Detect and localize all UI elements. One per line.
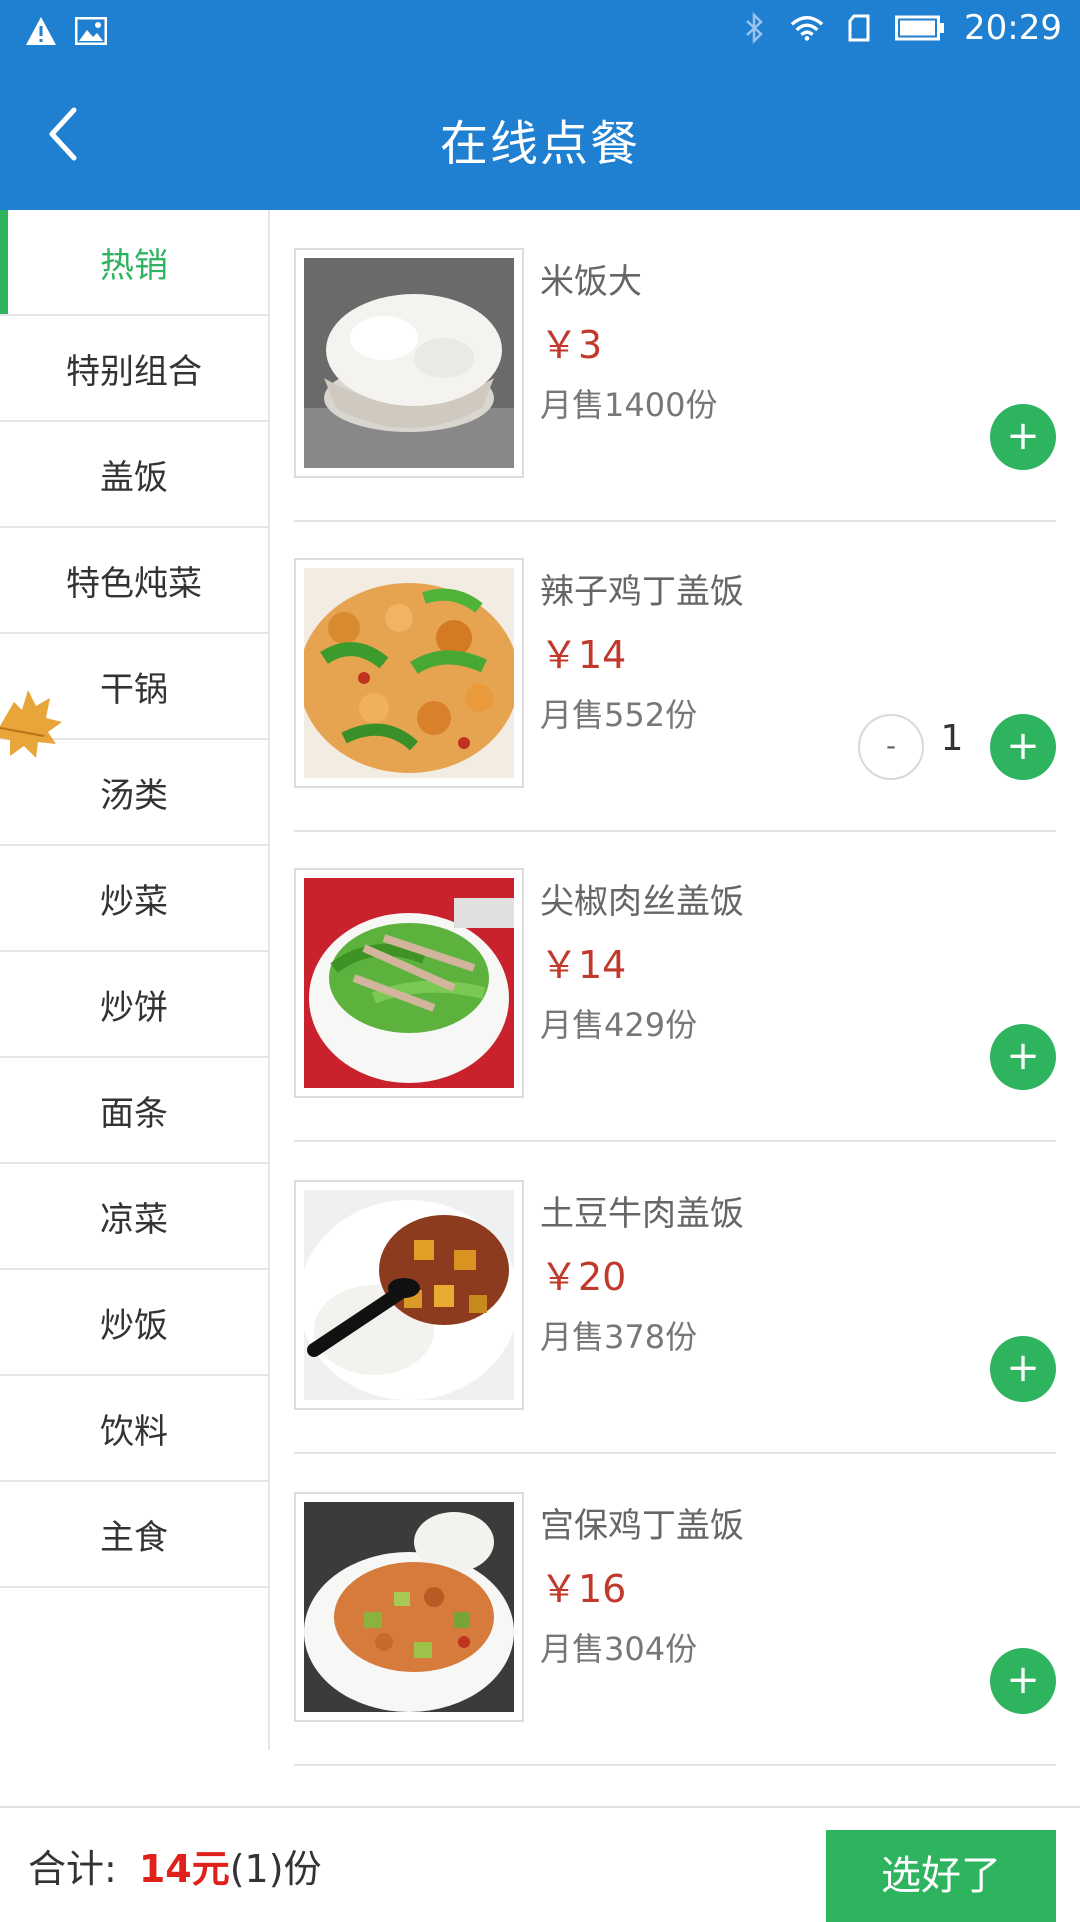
sidebar-item-stew[interactable]: 特色炖菜 [0, 528, 268, 634]
sidebar-item-label: 炒饼 [100, 987, 168, 1028]
dish-price: ￥14 [540, 633, 627, 677]
minus-icon: - [885, 729, 897, 762]
plus-icon: + [1006, 723, 1040, 769]
dish-image-frame [294, 868, 524, 1098]
page-title: 在线点餐 [439, 116, 640, 172]
battery-icon [894, 11, 946, 45]
dish-name: 宫保鸡丁盖饭 [540, 1506, 744, 1546]
total-label: 合计: [28, 1847, 117, 1891]
menu-item: 土豆牛肉盖饭 ￥20 月售378份 + [294, 1142, 1056, 1454]
sidebar-item-rice-bowl[interactable]: 盖饭 [0, 422, 268, 528]
sidebar-item-label: 饮料 [100, 1411, 168, 1452]
sidebar-item-label: 汤类 [100, 775, 168, 816]
sidebar-item-hot[interactable]: 热销 [0, 210, 268, 316]
dish-price: ￥16 [540, 1567, 627, 1611]
quantity-value: 1 [940, 718, 964, 759]
dish-image-frame [294, 558, 524, 788]
sidebar-item-staple[interactable]: 主食 [0, 1482, 268, 1588]
add-button[interactable]: + [990, 1648, 1056, 1714]
dish-monthly-sales: 月售1400份 [540, 386, 718, 424]
plus-icon: + [1006, 1033, 1040, 1079]
dish-name: 辣子鸡丁盖饭 [540, 572, 744, 612]
plus-icon: + [1006, 413, 1040, 459]
confirm-order-button[interactable]: 选好了 [826, 1830, 1056, 1922]
decrease-button[interactable]: - [858, 714, 924, 780]
plus-icon: + [1006, 1345, 1040, 1391]
menu-item: 辣子鸡丁盖饭 ￥14 月售552份 - 1 + [294, 520, 1056, 832]
menu-item: 宫保鸡丁盖饭 ￥16 月售304份 + [294, 1454, 1056, 1766]
dish-image-frame [294, 248, 524, 478]
sidebar-item-label: 炒饭 [100, 1305, 168, 1346]
menu-list[interactable]: 米饭大 ￥3 月售1400份 + 辣子鸡丁盖饭 ￥14 月售552份 - 1 +… [270, 210, 1080, 1770]
sidebar-item-special-combo[interactable]: 特别组合 [0, 316, 268, 422]
sidebar-item-fried-rice[interactable]: 炒饭 [0, 1270, 268, 1376]
total-count: (1)份 [229, 1847, 322, 1891]
menu-item: 尖椒肉丝盖饭 ￥14 月售429份 + [294, 830, 1056, 1142]
bluetooth-icon [738, 11, 772, 45]
sidebar-item-label: 面条 [100, 1093, 168, 1134]
sidebar-item-drinks[interactable]: 饮料 [0, 1376, 268, 1482]
dish-price: ￥20 [540, 1255, 627, 1299]
kung-pao-chicken-photo [304, 1502, 514, 1712]
sidebar-item-noodles[interactable]: 面条 [0, 1058, 268, 1164]
add-button[interactable]: + [990, 714, 1056, 780]
potato-beef-photo [304, 1190, 514, 1400]
add-button[interactable]: + [990, 404, 1056, 470]
sidebar-item-label: 特别组合 [66, 351, 202, 392]
dish-monthly-sales: 月售304份 [540, 1630, 698, 1668]
sidebar-item-fried-pancake[interactable]: 炒饼 [0, 952, 268, 1058]
add-button[interactable]: + [990, 1336, 1056, 1402]
sidebar-item-label: 凉菜 [100, 1199, 168, 1240]
dish-price: ￥14 [540, 943, 627, 987]
dish-name: 尖椒肉丝盖饭 [540, 882, 744, 922]
sidebar-item-label: 特色炖菜 [66, 563, 202, 604]
sidebar-item-label: 盖饭 [100, 457, 168, 498]
sidebar-item-label: 炒菜 [100, 881, 168, 922]
spicy-chicken-photo [304, 568, 514, 778]
add-button[interactable]: + [990, 1024, 1056, 1090]
cart-total: 合计: 14元(1)份 [28, 1838, 322, 1893]
menu-item: 米饭大 ￥3 月售1400份 + [294, 210, 1056, 522]
dish-monthly-sales: 月售429份 [540, 1006, 698, 1044]
rice-photo [304, 258, 514, 468]
cart-bar: 合计: 14元(1)份 选好了 [0, 1806, 1080, 1922]
total-amount: 14元 [138, 1847, 230, 1891]
warning-icon [24, 14, 58, 48]
category-sidebar: 热销 特别组合 盖饭 特色炖菜 干锅 汤类 炒菜 炒饼 面条 凉菜 炒饭 饮料 … [0, 210, 270, 1750]
sidebar-item-label: 干锅 [100, 669, 168, 710]
dish-price: ￥3 [540, 323, 603, 367]
dish-name: 土豆牛肉盖饭 [540, 1194, 744, 1234]
app-bar: 在线点餐 [0, 62, 1080, 210]
dish-name: 米饭大 [540, 262, 642, 302]
sim-icon [842, 11, 876, 45]
maple-leaf-decoration [0, 676, 64, 776]
sidebar-item-label: 主食 [100, 1517, 168, 1558]
dish-image-frame [294, 1180, 524, 1410]
status-bar: 20:29 [0, 0, 1080, 62]
sidebar-item-label: 热销 [100, 245, 168, 286]
wifi-icon [790, 11, 824, 45]
sidebar-item-cold-dish[interactable]: 凉菜 [0, 1164, 268, 1270]
dish-monthly-sales: 月售552份 [540, 696, 698, 734]
dish-image-frame [294, 1492, 524, 1722]
plus-icon: + [1006, 1657, 1040, 1703]
sidebar-item-stir-fry[interactable]: 炒菜 [0, 846, 268, 952]
dish-monthly-sales: 月售378份 [540, 1318, 698, 1356]
image-icon [74, 14, 108, 48]
clock-time: 20:29 [964, 8, 1062, 48]
pepper-pork-photo [304, 878, 514, 1088]
